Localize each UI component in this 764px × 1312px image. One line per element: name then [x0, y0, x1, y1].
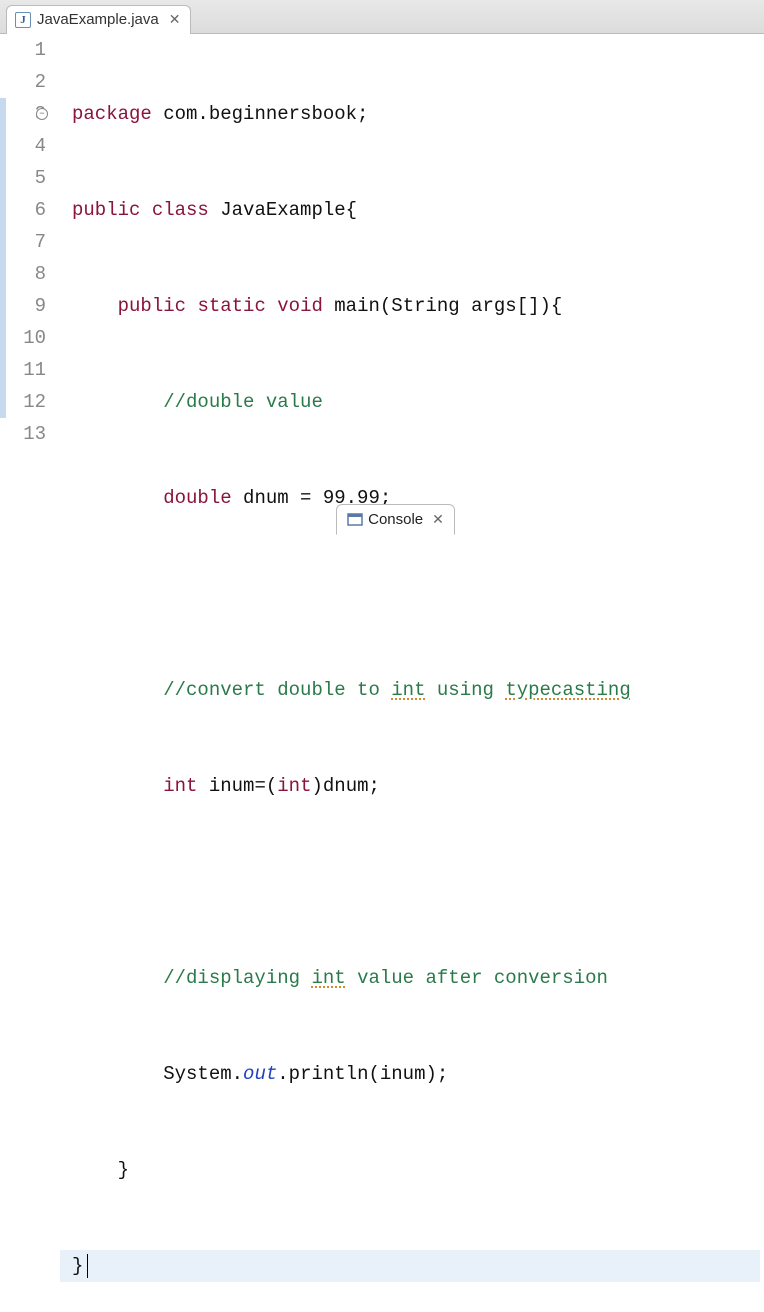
line-number: 2	[0, 66, 46, 98]
editor-tab-filename: JavaExample.java	[37, 11, 159, 28]
editor-tab-active[interactable]: J JavaExample.java ✕	[6, 5, 191, 34]
line-number-gutter: 1 2 3− 4 5 6 7 8 9 10 11 12 13	[0, 34, 60, 1312]
console-icon	[347, 512, 363, 528]
line-number: 11	[0, 354, 46, 386]
line-number: 10	[0, 322, 46, 354]
line-number: 3−	[0, 98, 46, 130]
tab-console[interactable]: Console ✕	[336, 504, 455, 535]
line-number: 4	[0, 130, 46, 162]
line-number: 1	[0, 34, 46, 66]
close-icon[interactable]: ✕	[169, 11, 181, 28]
code-area[interactable]: 1 2 3− 4 5 6 7 8 9 10 11 12 13 package c…	[0, 34, 764, 1312]
line-number: 6	[0, 194, 46, 226]
line-number: 5	[0, 162, 46, 194]
fold-icon[interactable]: −	[36, 108, 48, 120]
source-code[interactable]: package com.beginnersbook; public class …	[60, 34, 760, 1312]
line-number: 7	[0, 226, 46, 258]
java-file-icon: J	[15, 12, 31, 28]
editor-area: J JavaExample.java ✕ 1 2 3− 4 5 6 7 8 9 …	[0, 0, 764, 500]
text-cursor	[87, 1254, 88, 1278]
line-number: 12	[0, 386, 46, 418]
editor-tab-bar: J JavaExample.java ✕	[0, 0, 764, 34]
close-icon[interactable]: ✕	[432, 511, 444, 528]
line-number: 13	[0, 418, 46, 450]
line-number: 9	[0, 290, 46, 322]
line-number: 8	[0, 258, 46, 290]
